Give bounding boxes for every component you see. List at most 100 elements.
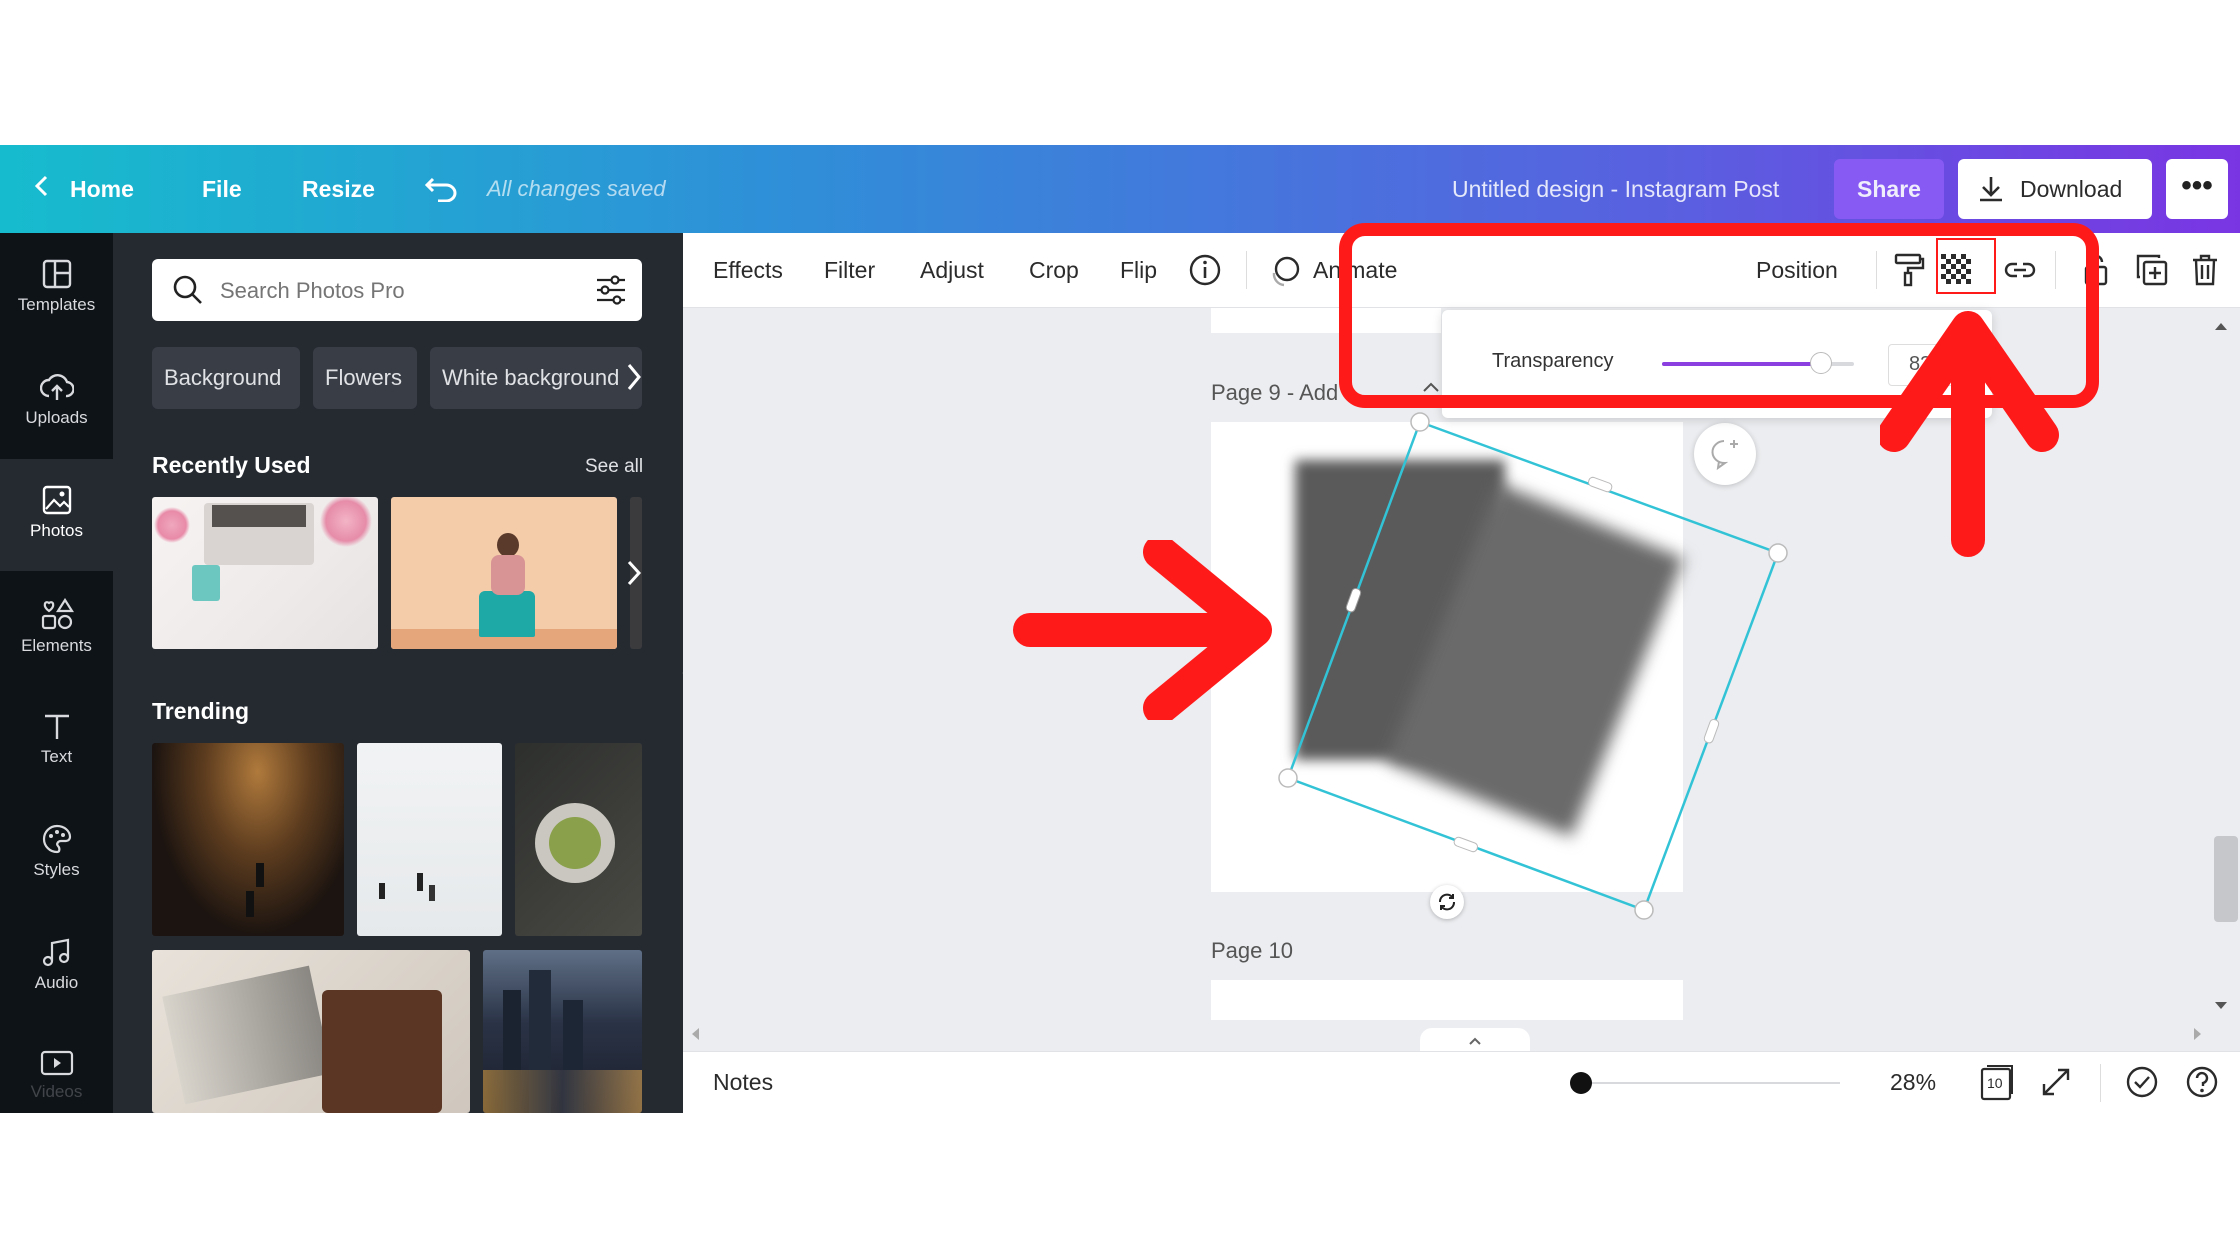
nav-styles[interactable]: Styles xyxy=(0,798,113,910)
chevron-right-icon xyxy=(627,364,641,390)
nav-elements[interactable]: Elements xyxy=(0,572,113,684)
nav-templates-label: Templates xyxy=(17,295,96,314)
chip-scroll-right[interactable] xyxy=(626,362,642,397)
top-bar: Home File Resize All changes saved Untit… xyxy=(0,145,2240,233)
share-button[interactable]: Share xyxy=(1834,159,1944,219)
zoom-slider-track[interactable] xyxy=(1580,1082,1840,1084)
design-title[interactable]: Untitled design - Instagram Post xyxy=(1452,145,1779,233)
show-pages-tab[interactable] xyxy=(1420,1028,1530,1052)
flip-button[interactable]: Flip xyxy=(1120,233,1157,307)
see-all-link[interactable]: See all xyxy=(585,456,643,478)
chip-background[interactable]: Background xyxy=(152,347,300,409)
filter-sliders-icon[interactable] xyxy=(595,275,627,305)
photo-thumb[interactable] xyxy=(391,497,617,649)
comment-add-icon xyxy=(1711,440,1738,471)
undo-button[interactable] xyxy=(424,145,458,233)
duplicate-button[interactable] xyxy=(2135,233,2169,307)
nav-uploads[interactable]: Uploads xyxy=(0,346,113,458)
resize-button[interactable]: Resize xyxy=(302,145,375,233)
upload-icon xyxy=(39,374,74,400)
nav-audio[interactable]: Audio xyxy=(0,911,113,1023)
chip-white-background[interactable]: White background xyxy=(430,347,642,409)
photo-thumb[interactable] xyxy=(152,950,470,1113)
zoom-slider-knob[interactable] xyxy=(1570,1072,1592,1094)
nav-videos[interactable]: Videos xyxy=(0,1024,113,1113)
check-circle-icon xyxy=(2126,1066,2158,1098)
info-button[interactable] xyxy=(1188,233,1222,307)
nav-templates[interactable]: Templates xyxy=(0,233,113,345)
annotation-arrow-up-icon xyxy=(1880,311,2059,557)
resize-handle xyxy=(1768,543,1788,563)
chip-flowers[interactable]: Flowers xyxy=(313,347,417,409)
nav-photos[interactable]: Photos xyxy=(0,459,113,571)
vertical-scrollbar-thumb[interactable] xyxy=(2214,836,2238,922)
resize-handle xyxy=(1634,900,1654,920)
download-button[interactable]: Download xyxy=(1958,159,2152,219)
resize-handle xyxy=(1703,718,1720,744)
photo-thumb[interactable] xyxy=(357,743,502,936)
home-label: Home xyxy=(70,176,134,202)
page-grid-button[interactable]: 10 xyxy=(1979,1064,2015,1102)
crop-button[interactable]: Crop xyxy=(1029,233,1079,307)
nav-elements-label: Elements xyxy=(21,636,92,655)
page-10-label: Page 10 xyxy=(1211,938,1293,963)
effects-button[interactable]: Effects xyxy=(713,233,783,307)
scroll-right-arrow[interactable] xyxy=(2193,1027,2203,1046)
scroll-down-arrow[interactable] xyxy=(2214,998,2228,1016)
photo-thumb[interactable] xyxy=(152,743,344,936)
expand-icon xyxy=(2042,1068,2070,1096)
caret-right-icon xyxy=(2194,1028,2201,1040)
delete-button[interactable] xyxy=(2191,233,2219,307)
scroll-up-arrow[interactable] xyxy=(2214,318,2228,336)
home-button[interactable]: Home xyxy=(34,145,134,233)
rotate-icon xyxy=(1439,893,1455,911)
search-input[interactable] xyxy=(218,273,552,309)
file-menu[interactable]: File xyxy=(202,145,242,233)
rotate-handle[interactable] xyxy=(1430,885,1464,919)
chevron-up-icon xyxy=(1469,1037,1481,1045)
text-icon xyxy=(44,714,69,739)
nav-text[interactable]: Text xyxy=(0,685,113,797)
nav-uploads-label: Uploads xyxy=(25,408,88,427)
selection-box[interactable] xyxy=(1270,410,1800,920)
nav-styles-label: Styles xyxy=(33,860,80,879)
notes-button[interactable]: Notes xyxy=(713,1069,773,1096)
ellipsis-icon: ••• xyxy=(2181,169,2213,202)
chevron-right-icon xyxy=(627,560,642,586)
scroll-left-arrow[interactable] xyxy=(690,1027,700,1046)
photo-thumb[interactable] xyxy=(483,950,642,1113)
photo-search[interactable] xyxy=(152,259,642,321)
resize-handle xyxy=(1278,768,1298,788)
music-icon xyxy=(42,938,69,967)
trending-title: Trending xyxy=(152,698,250,724)
download-icon xyxy=(1980,177,2002,202)
palette-icon xyxy=(42,824,71,854)
toolbar-divider xyxy=(1246,251,1247,289)
fullscreen-button[interactable] xyxy=(2040,1066,2072,1103)
more-options-button[interactable]: ••• xyxy=(2166,159,2228,219)
page-10[interactable] xyxy=(1211,980,1683,1020)
help-icon xyxy=(2186,1066,2218,1098)
adjust-button[interactable]: Adjust xyxy=(920,233,984,307)
video-icon xyxy=(40,1050,73,1076)
animate-icon xyxy=(1272,256,1300,287)
info-icon xyxy=(1189,254,1221,286)
resize-handle xyxy=(1587,476,1613,493)
resize-handle xyxy=(1453,836,1479,853)
nav-photos-label: Photos xyxy=(30,521,83,540)
search-icon xyxy=(173,275,202,304)
resize-handle xyxy=(1410,412,1430,432)
check-button[interactable] xyxy=(2125,1065,2159,1104)
zoom-level[interactable]: 28% xyxy=(1890,1069,1936,1096)
filter-button[interactable]: Filter xyxy=(824,233,875,307)
add-comment-button[interactable] xyxy=(1694,423,1756,485)
photo-thumb[interactable] xyxy=(515,743,642,936)
annotation-arrow-right-icon xyxy=(1013,540,1272,720)
resize-handle xyxy=(1345,587,1362,613)
help-button[interactable] xyxy=(2185,1065,2219,1104)
download-label: Download xyxy=(2020,176,2123,202)
photo-thumb[interactable] xyxy=(152,497,378,649)
recent-scroll-right[interactable] xyxy=(627,560,642,591)
chevron-left-icon xyxy=(34,145,48,233)
save-status: All changes saved xyxy=(487,176,666,201)
